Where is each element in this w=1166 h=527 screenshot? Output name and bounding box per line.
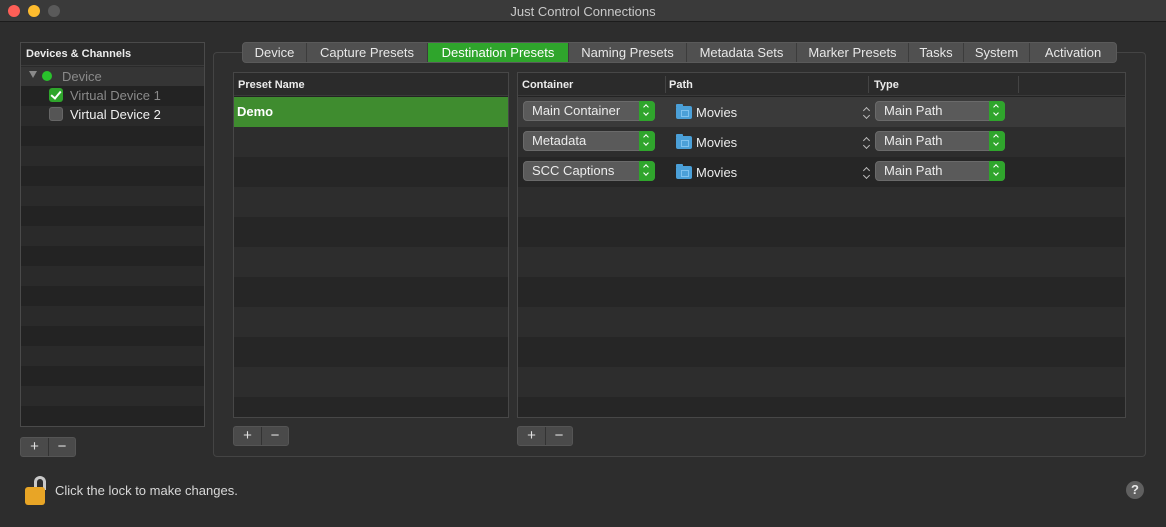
chevron-updown-icon <box>863 166 871 180</box>
type-value: Main Path <box>884 163 943 178</box>
container-column-header[interactable]: Container <box>522 79 573 91</box>
type-popup[interactable]: Main Path <box>875 161 1005 181</box>
popup-arrows-icon <box>639 131 655 151</box>
virtual-device-1-label: Virtual Device 1 <box>70 88 161 103</box>
container-value: SCC Captions <box>532 163 615 178</box>
lock-icon[interactable] <box>25 476 49 506</box>
table-row <box>518 397 1125 417</box>
add-destination-button[interactable]: + <box>518 427 545 445</box>
help-button[interactable]: ? <box>1126 481 1144 499</box>
preset-rows: Demo <box>234 97 508 417</box>
preset-name-label: Demo <box>237 104 274 119</box>
destination-rows: Main Container Movies Main Path Metadata <box>518 97 1125 417</box>
folder-icon <box>676 164 692 179</box>
table-row <box>234 277 508 307</box>
path-value: Movies <box>696 165 738 180</box>
virtual-device-1-checkbox[interactable] <box>49 88 63 102</box>
preset-row-demo[interactable]: Demo <box>234 97 508 127</box>
path-value: Movies <box>696 135 738 150</box>
table-row <box>518 187 1125 217</box>
path-popup[interactable]: Movies <box>676 104 871 122</box>
tree-item-device[interactable]: Device <box>21 67 204 86</box>
remove-destination-button[interactable]: − <box>545 427 572 445</box>
virtual-device-2-checkbox[interactable] <box>49 107 63 121</box>
destination-row[interactable]: Metadata Movies Main Path <box>518 127 1125 157</box>
tab-system[interactable]: System <box>964 43 1030 62</box>
tab-capture-presets[interactable]: Capture Presets <box>307 43 428 62</box>
preset-name-column-header[interactable]: Preset Name <box>234 73 508 96</box>
table-row <box>518 337 1125 367</box>
destination-row[interactable]: SCC Captions Movies Main Path <box>518 157 1125 187</box>
type-column-header[interactable]: Type <box>874 79 899 91</box>
type-value: Main Path <box>884 133 943 148</box>
destination-row[interactable]: Main Container Movies Main Path <box>518 97 1125 127</box>
devices-channels-header: Devices & Channels <box>21 43 204 66</box>
table-row <box>518 307 1125 337</box>
destination-header-row: Container Path Type <box>518 73 1125 96</box>
table-row <box>234 307 508 337</box>
type-popup[interactable]: Main Path <box>875 101 1005 121</box>
table-row <box>518 277 1125 307</box>
path-column-header[interactable]: Path <box>669 79 693 91</box>
popup-arrows-icon <box>989 131 1005 151</box>
popup-arrows-icon <box>639 161 655 181</box>
devices-add-remove: + − <box>20 437 76 457</box>
table-row <box>234 397 508 417</box>
table-row <box>518 247 1125 277</box>
table-row <box>234 337 508 367</box>
chevron-updown-icon <box>863 106 871 120</box>
path-popup[interactable]: Movies <box>676 134 871 152</box>
popup-arrows-icon <box>989 101 1005 121</box>
device-label: Device <box>62 69 102 84</box>
lock-instructions: Click the lock to make changes. <box>55 483 238 498</box>
folder-icon <box>676 134 692 149</box>
tab-tasks[interactable]: Tasks <box>909 43 964 62</box>
add-device-button[interactable]: + <box>21 438 48 456</box>
container-value: Metadata <box>532 133 587 148</box>
tab-naming-presets[interactable]: Naming Presets <box>569 43 687 62</box>
status-dot-icon <box>42 71 52 81</box>
destinations-add-remove: + − <box>517 426 573 446</box>
container-popup[interactable]: Main Container <box>523 101 655 121</box>
disclosure-triangle-icon[interactable] <box>29 71 37 78</box>
container-popup[interactable]: Metadata <box>523 131 655 151</box>
tree-item-virtual-device-2[interactable]: Virtual Device 2 <box>21 105 204 124</box>
path-value: Movies <box>696 105 738 120</box>
container-popup[interactable]: SCC Captions <box>523 161 655 181</box>
popup-arrows-icon <box>989 161 1005 181</box>
table-row <box>234 367 508 397</box>
table-row <box>518 217 1125 247</box>
folder-icon <box>676 104 692 119</box>
window-title: Just Control Connections <box>510 4 656 19</box>
path-popup[interactable]: Movies <box>676 164 871 182</box>
tree-item-virtual-device-1[interactable]: Virtual Device 1 <box>21 86 204 105</box>
preset-table: Preset Name Demo <box>233 72 509 418</box>
type-value: Main Path <box>884 103 943 118</box>
tab-bar: Device Capture Presets Destination Prese… <box>242 42 1117 63</box>
table-row <box>234 217 508 247</box>
table-row <box>518 367 1125 397</box>
add-preset-button[interactable]: + <box>234 427 261 445</box>
presets-add-remove: + − <box>233 426 289 446</box>
container-value: Main Container <box>532 103 621 118</box>
popup-arrows-icon <box>639 101 655 121</box>
destination-table: Container Path Type Main Container Movie… <box>517 72 1126 418</box>
title-bar: Just Control Connections <box>0 0 1166 22</box>
tab-destination-presets[interactable]: Destination Presets <box>428 43 569 62</box>
app-window: Just Control Connections Devices & Chann… <box>0 0 1166 527</box>
tab-marker-presets[interactable]: Marker Presets <box>797 43 909 62</box>
table-row <box>234 247 508 277</box>
tab-device[interactable]: Device <box>243 43 307 62</box>
table-row <box>234 127 508 157</box>
virtual-device-2-label: Virtual Device 2 <box>70 107 161 122</box>
chevron-updown-icon <box>863 136 871 150</box>
remove-preset-button[interactable]: − <box>261 427 288 445</box>
devices-channels-panel: Devices & Channels Device Virtual Device… <box>20 42 205 427</box>
table-row <box>234 187 508 217</box>
remove-device-button[interactable]: − <box>48 438 75 456</box>
tab-activation[interactable]: Activation <box>1030 43 1116 62</box>
tab-metadata-sets[interactable]: Metadata Sets <box>687 43 797 62</box>
type-popup[interactable]: Main Path <box>875 131 1005 151</box>
table-row <box>234 157 508 187</box>
